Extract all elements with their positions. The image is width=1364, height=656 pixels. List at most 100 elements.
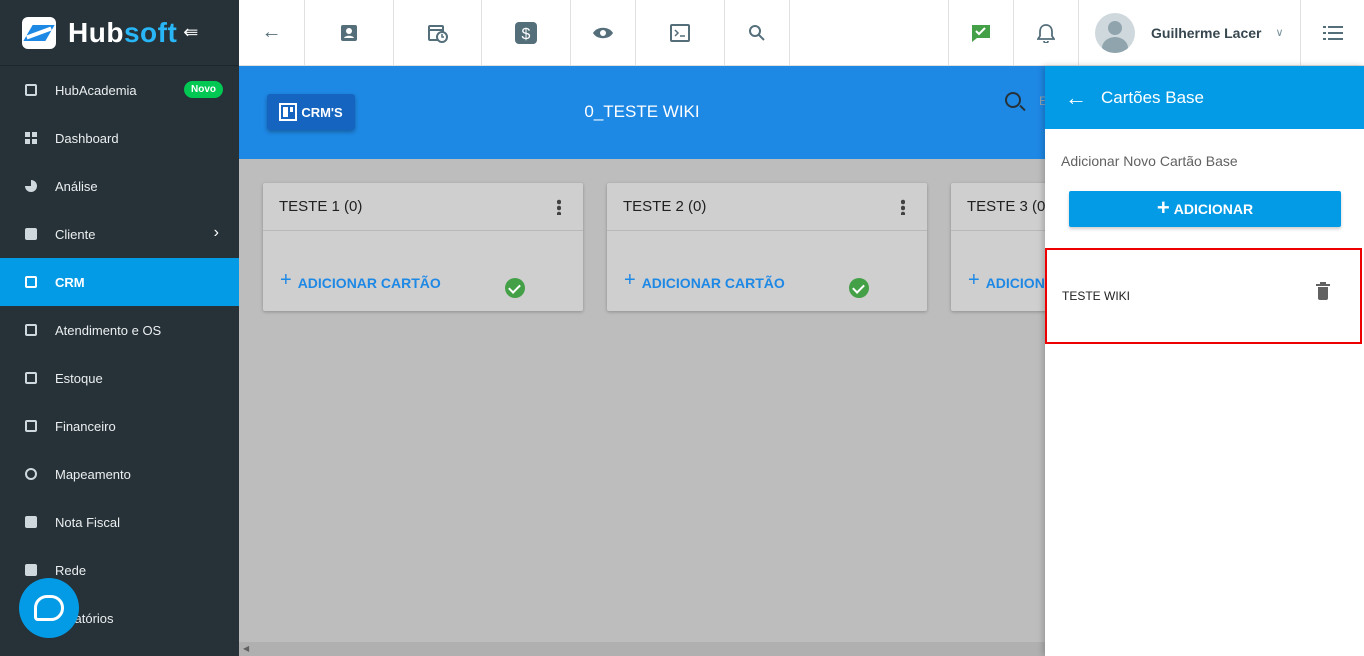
svg-text:$: $	[522, 26, 531, 43]
calendar-clock-icon	[427, 24, 448, 43]
dollar-icon: $	[515, 21, 537, 44]
panel-subtitle: Adicionar Novo Cartão Base	[1061, 153, 1238, 169]
sidebar-item-financeiro[interactable]: Financeiro	[0, 402, 239, 450]
scroll-left-icon[interactable]: ◀	[243, 644, 249, 653]
column-title: TESTE 1 (0)	[263, 183, 583, 231]
sidebar-item-cliente[interactable]: Cliente ›	[0, 210, 239, 258]
money-icon	[24, 419, 38, 433]
toolbar-spacer	[790, 0, 949, 65]
board-column: TESTE 2 (0) + ADICIONAR CARTÃO	[607, 183, 927, 311]
check-circle-icon[interactable]	[505, 278, 525, 298]
search-icon	[749, 24, 765, 41]
eye-icon	[593, 27, 613, 38]
user-menu[interactable]: Guilherme Lacer ∨	[1079, 0, 1301, 65]
finance-button[interactable]: $	[482, 0, 571, 65]
collapse-sidebar-icon[interactable]: ⇚	[183, 22, 198, 43]
sidebar: Hubsoft ⇚ HubAcademia Novo Dashboard Aná…	[0, 0, 239, 656]
column-title: TESTE 3 (0)	[951, 183, 1045, 231]
chevron-down-icon: ∨	[1275, 27, 1284, 39]
map-pin-icon	[24, 467, 38, 481]
panel-header: ← Cartões Base	[1045, 66, 1364, 129]
bell-icon	[1037, 23, 1055, 43]
arrow-left-icon: ←	[261, 21, 282, 43]
sidebar-item-crm[interactable]: CRM	[0, 258, 239, 306]
plus-icon: +	[968, 269, 980, 291]
pie-chart-icon	[24, 179, 38, 193]
avatar	[1095, 12, 1135, 53]
contact-card-icon	[24, 227, 38, 241]
trash-icon[interactable]	[1316, 282, 1330, 300]
add-card-label: ADICIONAR CARTÃO	[297, 274, 441, 291]
crm-board: CRM'S 0_TESTE WIKI E TESTE 1 (0) + ADICI…	[239, 66, 1045, 656]
board-header: CRM'S 0_TESTE WIKI E	[239, 66, 1045, 159]
chat-status-button[interactable]	[949, 0, 1014, 65]
add-card-button[interactable]: + ADICIONAR CARTÃO	[624, 269, 785, 292]
more-vertical-icon[interactable]	[901, 199, 905, 215]
schedule-button[interactable]	[394, 0, 482, 65]
chat-button[interactable]	[19, 578, 79, 638]
plus-icon: +	[280, 269, 292, 291]
add-card-label: ADICIONAR CARTÃO	[985, 274, 1045, 291]
contact-card-icon	[341, 24, 357, 41]
sidebar-item-atendimento[interactable]: Atendimento e OS	[0, 306, 239, 354]
sidebar-item-label: Rede	[55, 562, 87, 578]
sidebar-item-mapeamento[interactable]: Mapeamento	[0, 450, 239, 498]
add-base-card-label: ADICIONAR	[1173, 201, 1254, 217]
sidebar-item-label: Financeiro	[55, 418, 116, 434]
sidebar-item-nota-fiscal[interactable]: Nota Fiscal	[0, 498, 239, 546]
contacts-button[interactable]	[305, 0, 394, 65]
back-button[interactable]: ←	[239, 0, 305, 65]
sidebar-item-label: Atendimento e OS	[55, 322, 162, 338]
sidebar-item-label: Nota Fiscal	[55, 514, 121, 530]
base-card-item[interactable]: TESTE WIKI	[1045, 248, 1362, 344]
chat-check-icon	[972, 24, 990, 42]
list-icon	[1322, 25, 1343, 40]
board-icon	[24, 275, 38, 289]
new-badge: Novo	[184, 81, 223, 98]
column-title: TESTE 2 (0)	[607, 183, 927, 231]
board-columns: TESTE 1 (0) + ADICIONAR CARTÃO TESTE 2 (…	[263, 183, 1045, 311]
horizontal-scrollbar[interactable]: ◀	[239, 642, 1045, 656]
plus-icon: +	[624, 269, 636, 291]
plus-icon: +	[1156, 195, 1170, 220]
view-button[interactable]	[571, 0, 636, 65]
notifications-button[interactable]	[1014, 0, 1079, 65]
base-card-label: TESTE WIKI	[1062, 289, 1131, 303]
more-vertical-icon[interactable]	[557, 199, 561, 215]
sidebar-item-label: HubAcademia	[55, 82, 137, 98]
add-card-button[interactable]: + ADICIONAR CARTÃO	[968, 269, 1045, 292]
sidebar-item-label: Cliente	[55, 226, 96, 242]
terminal-button[interactable]	[636, 0, 725, 65]
calendar-clock-icon	[24, 323, 38, 337]
chat-icon	[34, 595, 64, 621]
logo-bar: Hubsoft ⇚	[0, 0, 239, 66]
chevron-right-icon: ›	[213, 224, 219, 241]
add-base-card-button[interactable]: + ADICIONAR	[1069, 191, 1341, 227]
document-icon	[24, 515, 38, 529]
check-circle-icon[interactable]	[849, 278, 869, 298]
sidebar-item-label: Dashboard	[55, 130, 119, 146]
board-column: TESTE 3 (0) + ADICIONAR CARTÃO	[951, 183, 1045, 311]
panel-title: Cartões Base	[1101, 87, 1204, 107]
base-cards-panel: ← Cartões Base Adicionar Novo Cartão Bas…	[1045, 66, 1364, 656]
sidebar-item-analise[interactable]: Análise	[0, 162, 239, 210]
cube-icon	[24, 371, 38, 385]
terminal-icon	[670, 23, 690, 42]
sidebar-item-label: Mapeamento	[55, 466, 131, 482]
search-icon[interactable]	[1005, 92, 1021, 108]
add-card-button[interactable]: + ADICIONAR CARTÃO	[280, 269, 441, 292]
server-icon	[24, 563, 38, 577]
logo-text: Hubsoft	[68, 16, 178, 48]
sidebar-item-estoque[interactable]: Estoque	[0, 354, 239, 402]
search-button[interactable]	[725, 0, 790, 65]
sidebar-item-label: Análise	[55, 178, 98, 194]
user-name: Guilherme Lacer	[1151, 24, 1262, 41]
top-toolbar: ← $ Guilherme Lacer ∨	[239, 0, 1364, 66]
sidebar-item-hubacademia[interactable]: HubAcademia Novo	[0, 66, 239, 114]
hubsoft-logo-icon	[22, 16, 56, 49]
list-menu-button[interactable]	[1301, 0, 1364, 65]
arrow-left-icon[interactable]: ←	[1065, 85, 1087, 111]
sidebar-item-dashboard[interactable]: Dashboard	[0, 114, 239, 162]
grid-icon	[24, 131, 38, 145]
board-column: TESTE 1 (0) + ADICIONAR CARTÃO	[263, 183, 583, 311]
